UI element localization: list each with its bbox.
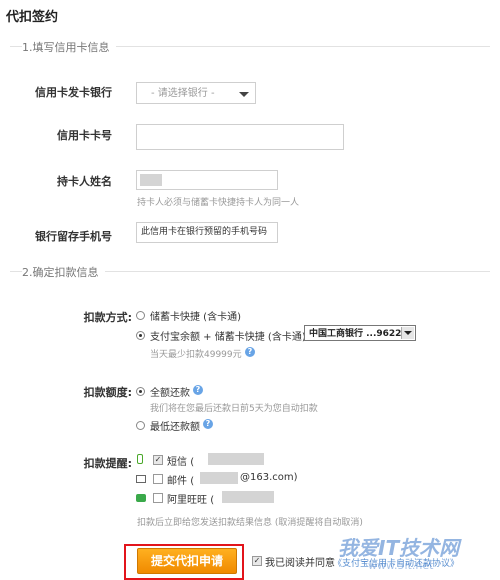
wangwang-reminder-open: ( (210, 495, 215, 506)
mail-reminder-checkbox[interactable] (153, 474, 163, 484)
amount-option-min-label: 最低还款额 (150, 422, 200, 433)
wangwang-reminder-text: 阿里旺旺 (167, 495, 207, 506)
submit-button[interactable]: 提交代扣申请 (137, 548, 237, 574)
page-title: 代扣签约 (6, 10, 59, 25)
phone-input[interactable]: 此信用卡在银行预留的手机号码 (136, 222, 278, 243)
section1-title: 1.填写信用卡信息 (22, 39, 116, 55)
help-icon[interactable]: ? (203, 419, 213, 429)
agree-checkbox[interactable]: ✓ (252, 556, 262, 566)
deduct-reminder-label: 扣款提醒: (83, 457, 132, 470)
bank-select[interactable]: - 请选择银行 - (136, 82, 256, 104)
chevron-down-icon (239, 92, 249, 97)
mail-reminder-open: ( (190, 476, 195, 487)
bank-select-value: - 请选择银行 - (151, 88, 215, 99)
card-number-label: 信用卡卡号 (57, 129, 112, 142)
sms-reminder-value (208, 453, 264, 465)
wangwang-reminder-checkbox[interactable] (153, 493, 163, 503)
mail-reminder-label: 邮件 ( (167, 472, 194, 487)
sms-reminder-text: 短信 (167, 457, 187, 468)
debit-card-value: 中国工商银行 ...9622 (309, 329, 402, 339)
deduct-method-label: 扣款方式: (83, 311, 132, 324)
mail-reminder-text: 邮件 (167, 476, 187, 487)
sms-reminder-checkbox[interactable]: ✓ (153, 455, 163, 465)
holder-name-hint: 持卡人必须与储蓄卡快捷持卡人为同一人 (137, 198, 300, 208)
phone-icon (137, 454, 143, 464)
daily-limit-text: 当天最少扣款49999元 (150, 350, 242, 360)
section2-title: 2.确定扣款信息 (22, 264, 105, 280)
bank-label: 信用卡发卡银行 (35, 86, 112, 99)
method-option-balance-label: 支付宝余额 + 储蓄卡快捷 (含卡通) (150, 332, 306, 343)
amount-option-full-radio[interactable] (136, 387, 145, 396)
sms-reminder-open: ( (190, 457, 195, 468)
agree-text: 我已阅读并同意 (265, 558, 335, 569)
help-icon[interactable]: ? (245, 347, 255, 357)
amount-hint: 我们将在您最后还款日前5天为您自动扣款 (150, 404, 318, 414)
method-option-debit-label: 储蓄卡快捷 (含卡通) (150, 312, 241, 323)
watermark-url: www.5it.net (368, 559, 434, 572)
deduct-amount-label: 扣款额度: (83, 386, 132, 399)
sms-reminder-label: 短信 ( (167, 453, 194, 468)
chat-icon (136, 494, 146, 502)
chevron-down-icon (401, 327, 414, 339)
help-icon[interactable]: ? (193, 385, 203, 395)
mail-reminder-value (200, 472, 238, 484)
mail-reminder-suffix: @163.com) (240, 472, 298, 483)
amount-option-min-radio[interactable] (136, 421, 145, 430)
debit-card-select[interactable]: 中国工商银行 ...9622 (304, 325, 416, 341)
holder-name-value (140, 174, 162, 186)
wangwang-reminder-label: 阿里旺旺 ( (167, 491, 214, 506)
method-option-debit-radio[interactable] (136, 311, 145, 320)
card-number-input[interactable] (136, 124, 344, 150)
reminder-hint: 扣款后立即给您发送扣款结果信息 (取消提醒将自动取消) (137, 518, 363, 528)
mail-icon (136, 475, 146, 483)
holder-name-label: 持卡人姓名 (57, 175, 112, 188)
watermark-logo: 我爱IT技术网 (338, 536, 460, 560)
phone-label: 银行留存手机号 (35, 230, 112, 243)
method-option-balance-radio[interactable] (136, 331, 145, 340)
amount-option-full-label: 全额还款 (150, 388, 190, 399)
holder-name-field[interactable] (136, 170, 278, 190)
wangwang-reminder-value (222, 491, 274, 503)
